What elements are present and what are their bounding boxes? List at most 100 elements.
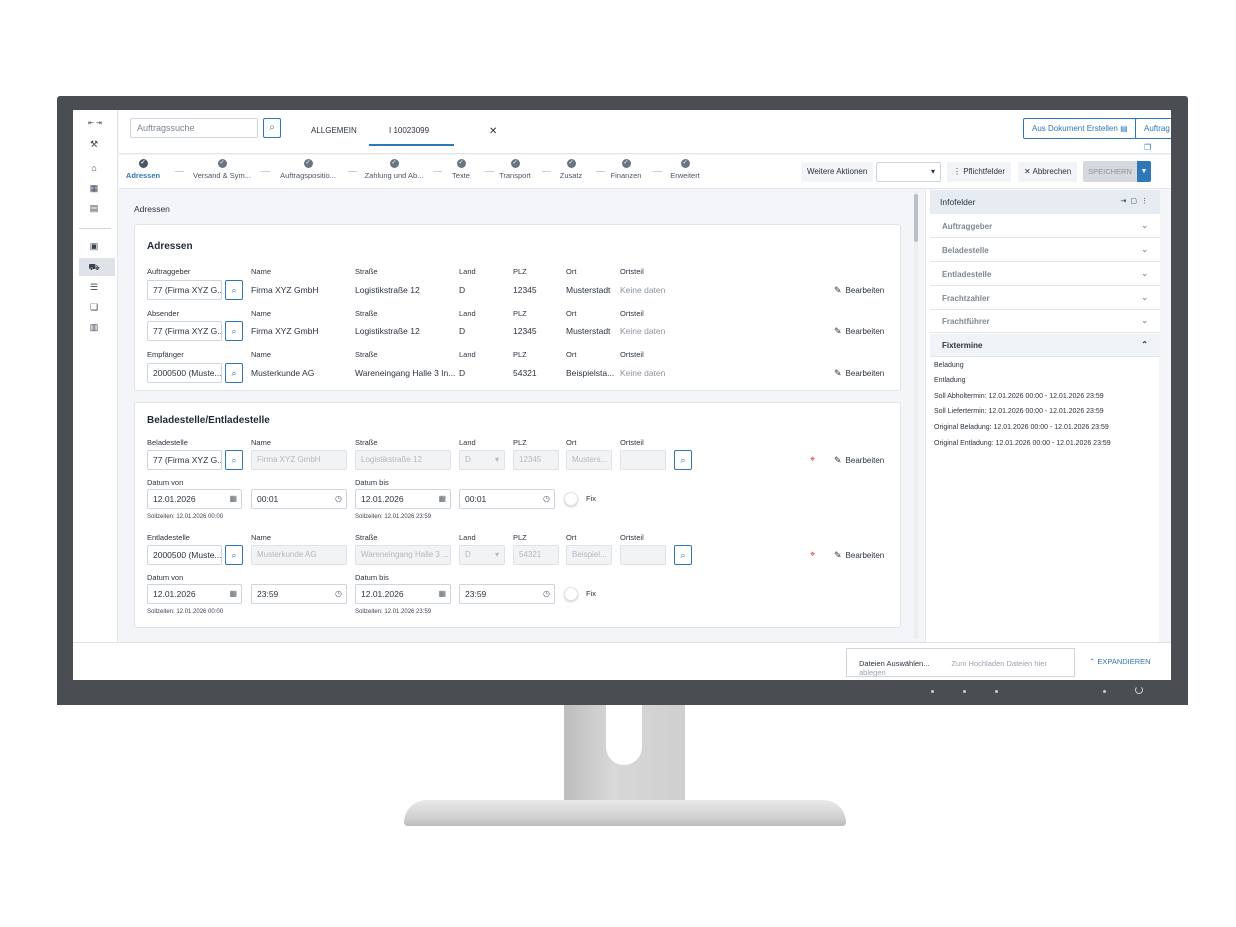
col-city-label: Ort xyxy=(566,438,577,447)
unloading-point-label: Entladestelle xyxy=(147,533,190,542)
clipboard-icon[interactable]: ▣ xyxy=(87,240,101,252)
cancel-label: Abbrechen xyxy=(1032,167,1072,176)
unloading-date-from-input[interactable]: 12.01.2026 ▦ xyxy=(147,584,242,604)
step-label: Transport xyxy=(499,171,531,180)
step-erweitert[interactable]: ✓ Erweitert xyxy=(645,159,725,180)
accordion-beladestelle[interactable]: Beladestelle ⌄ xyxy=(930,239,1160,262)
sender-select[interactable]: 77 (Firma XYZ G... xyxy=(147,321,222,341)
recipient-select[interactable]: 2000500 (Muste... xyxy=(147,363,222,383)
loading-date-to-input[interactable]: 12.01.2026 ▦ xyxy=(355,489,451,509)
tab-allgemein[interactable]: ALLGEMEIN xyxy=(311,118,357,146)
check-icon: ✓ xyxy=(566,159,576,168)
col-district-label: Ortsteil xyxy=(620,350,644,359)
location-off-icon[interactable]: ⌖ xyxy=(810,549,815,560)
scrollbar-thumb[interactable] xyxy=(914,194,918,242)
loading-point-label: Beladestelle xyxy=(147,438,188,447)
file-dropzone[interactable]: Dateien Auswählen... Zum Hochladen Dateie… xyxy=(846,648,1075,677)
step-versand[interactable]: ✓ Versand & Sym... xyxy=(182,159,262,180)
unloading-time-from-input[interactable]: 23:59 ◷ xyxy=(251,584,347,604)
new-order-button[interactable]: Auftrag Neu ❐ xyxy=(1135,118,1171,152)
time-value: 00:01 xyxy=(465,494,487,504)
collapse-icon[interactable]: ⇤ ⇥ xyxy=(81,118,109,130)
accordion-auftraggeber[interactable]: Auftraggeber ⌄ xyxy=(930,215,1160,238)
accordion-frachtzahler[interactable]: Frachtzahler ⌄ xyxy=(930,287,1160,310)
fixtermin-line: Beladung xyxy=(934,362,964,369)
address-lookup-button[interactable]: ⌕ xyxy=(225,545,243,565)
loading-time-from-input[interactable]: 00:01 ◷ xyxy=(251,489,347,509)
fix-toggle[interactable] xyxy=(564,492,578,506)
check-icon: ✓ xyxy=(680,159,690,168)
stack-icon[interactable]: ❏ xyxy=(87,301,101,313)
loading-name-field: Firma XYZ GmbH xyxy=(251,450,347,470)
dashboard-icon[interactable]: ▦ xyxy=(87,182,101,194)
search-button[interactable]: ⌕ xyxy=(263,118,281,138)
pencil-icon: ✎ xyxy=(834,550,842,560)
required-fields-button[interactable]: ⋮ Pflichtfelder xyxy=(947,162,1012,182)
page-title: Adressen xyxy=(134,204,170,214)
actions-select[interactable]: ▾ xyxy=(876,162,941,182)
col-country-label: Land xyxy=(459,350,476,359)
scrollbar-track[interactable] xyxy=(914,192,918,639)
more-vertical-icon[interactable]: ⋮ xyxy=(1141,198,1152,205)
expand-button[interactable]: ⌃ EXPANDIEREN xyxy=(1089,657,1151,666)
order-search-input[interactable]: Auftragssuche xyxy=(130,118,258,138)
address-lookup-button[interactable]: ⌕ xyxy=(225,280,243,300)
col-name-label: Name xyxy=(251,350,272,359)
address-lookup-button[interactable]: ⌕ xyxy=(674,450,692,470)
client-select[interactable]: 77 (Firma XYZ G... xyxy=(147,280,222,300)
col-zip-label: PLZ xyxy=(513,438,527,447)
unloading-date-to-input[interactable]: 12.01.2026 ▦ xyxy=(355,584,451,604)
save-dropdown-button[interactable]: ▼ xyxy=(1137,161,1151,182)
window-icon[interactable]: ▢ xyxy=(1130,198,1141,205)
wrench-icon[interactable]: ⚒ xyxy=(87,138,101,150)
document-icon[interactable]: ▤ xyxy=(87,202,101,214)
fix-toggle[interactable] xyxy=(564,587,578,601)
row-role-label: Auftraggeber xyxy=(147,267,191,276)
accordion-frachtfuehrer[interactable]: Frachtführer ⌄ xyxy=(930,310,1160,333)
home-icon[interactable]: ⌂ xyxy=(87,162,101,174)
date-to-label: Datum bis xyxy=(355,478,389,487)
loading-point-select[interactable]: 77 (Firma XYZ G... xyxy=(147,450,222,470)
address-lookup-button[interactable]: ⌕ xyxy=(225,450,243,470)
close-icon[interactable]: ✕ xyxy=(489,126,497,137)
loading-date-from-input[interactable]: 12.01.2026 ▦ xyxy=(147,489,242,509)
unloading-time-to-input[interactable]: 23:59 ◷ xyxy=(459,584,555,604)
rail-divider xyxy=(79,228,111,229)
edit-button[interactable]: ✎ Bearbeiten xyxy=(834,368,884,379)
loading-time-to-input[interactable]: 00:01 ◷ xyxy=(459,489,555,509)
unloading-zip-field: 54321 xyxy=(513,545,559,565)
bezel-button xyxy=(931,690,934,693)
chevron-down-icon: ⌄ xyxy=(1141,293,1148,302)
address-name: Musterkunde AG xyxy=(251,368,315,378)
select-files-button[interactable]: Dateien Auswählen... xyxy=(859,659,929,668)
from-document-button[interactable]: Aus Dokument Erstellen ▤ xyxy=(1023,118,1137,139)
save-button[interactable]: SPEICHERN xyxy=(1083,161,1137,182)
address-book-icon: ⌕ xyxy=(231,455,237,465)
more-actions-button[interactable]: Weitere Aktionen xyxy=(801,162,874,182)
edit-button[interactable]: ✎ Bearbeiten xyxy=(834,550,884,561)
address-district: Keine daten xyxy=(620,326,666,336)
clock-icon: ◷ xyxy=(543,494,550,503)
cancel-button[interactable]: ✕ Abbrechen xyxy=(1018,162,1078,182)
list-icon[interactable]: ☰ xyxy=(87,281,101,293)
step-adressen[interactable]: ✓ Adressen xyxy=(103,159,183,180)
accordion-fixtermine[interactable]: Fixtermine ⌃ xyxy=(930,334,1160,357)
address-lookup-button[interactable]: ⌕ xyxy=(225,321,243,341)
pin-icon[interactable]: ⇥ xyxy=(1121,198,1131,205)
edit-button[interactable]: ✎ Bearbeiten xyxy=(834,326,884,337)
edit-button[interactable]: ✎ Bearbeiten xyxy=(834,455,884,466)
step-auftragspositionen[interactable]: ✓ Auftragspositio... xyxy=(268,159,348,180)
truck-icon[interactable]: ⛟ xyxy=(87,261,101,273)
tab-order[interactable]: I 10023099 xyxy=(369,118,454,146)
unloading-point-select[interactable]: 2000500 (Muste... xyxy=(147,545,222,565)
address-lookup-button[interactable]: ⌕ xyxy=(674,545,692,565)
location-off-icon[interactable]: ⌖ xyxy=(810,454,815,465)
unloading-street-field: Wareneingang Halle 3 ... xyxy=(355,545,451,565)
more-vertical-icon: ⋮ xyxy=(953,167,961,176)
report-icon[interactable]: ▥ xyxy=(87,321,101,333)
edit-label: Bearbeiten xyxy=(845,286,885,295)
address-lookup-button[interactable]: ⌕ xyxy=(225,363,243,383)
address-name: Firma XYZ GmbH xyxy=(251,326,319,336)
accordion-entladestelle[interactable]: Entladestelle ⌄ xyxy=(930,263,1160,286)
edit-button[interactable]: ✎ Bearbeiten xyxy=(834,285,884,296)
